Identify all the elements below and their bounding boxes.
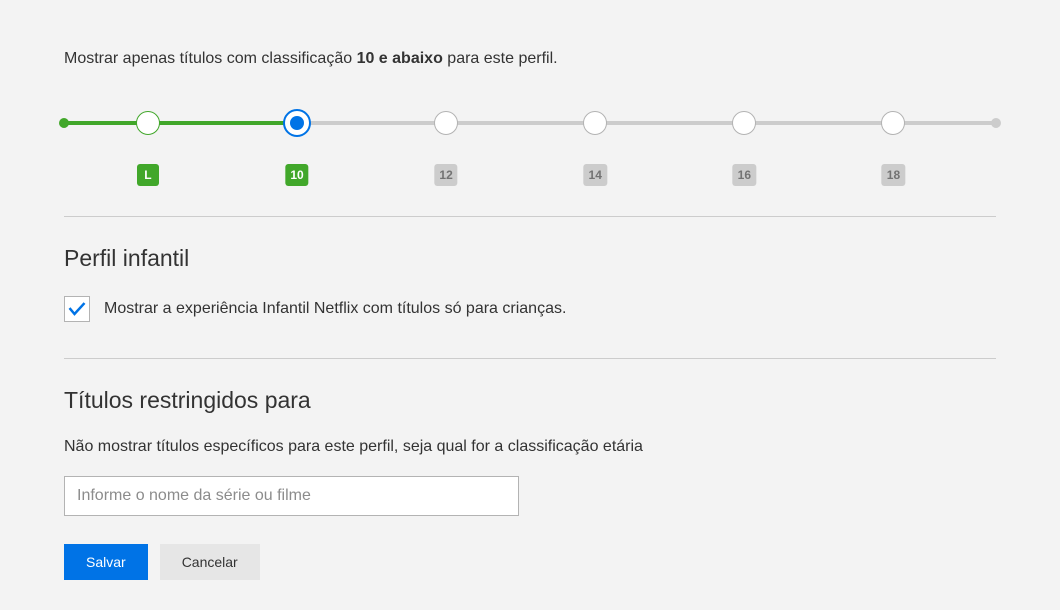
slider-node-L[interactable] [136,111,160,135]
intro-suffix: para este perfil. [443,50,558,67]
maturity-intro: Mostrar apenas títulos com classificação… [64,50,996,68]
cancel-button[interactable]: Cancelar [160,544,260,580]
check-icon [67,299,87,319]
kids-checkbox-label: Mostrar a experiência Infantil Netflix c… [104,300,566,318]
restricted-section-subtitle: Não mostrar títulos específicos para est… [64,438,996,456]
slider-label-14: 14 [584,164,607,186]
slider-node-10[interactable] [283,109,311,137]
kids-checkbox[interactable] [64,296,90,322]
divider [64,216,996,217]
divider [64,358,996,359]
maturity-slider[interactable] [64,108,996,138]
slider-label-18: 18 [882,164,905,186]
slider-label-16: 16 [733,164,756,186]
intro-bold: 10 e abaixo [357,50,443,67]
slider-node-18[interactable] [881,111,905,135]
save-button[interactable]: Salvar [64,544,148,580]
slider-node-14[interactable] [583,111,607,135]
slider-label-12: 12 [434,164,457,186]
slider-label-10: 10 [285,164,308,186]
restricted-title-input[interactable] [64,476,519,516]
kids-section-title: Perfil infantil [64,245,996,272]
slider-label-L: L [137,164,159,186]
slider-node-12[interactable] [434,111,458,135]
restricted-section-title: Títulos restringidos para [64,387,996,414]
slider-node-16[interactable] [732,111,756,135]
intro-prefix: Mostrar apenas títulos com classificação [64,50,357,67]
